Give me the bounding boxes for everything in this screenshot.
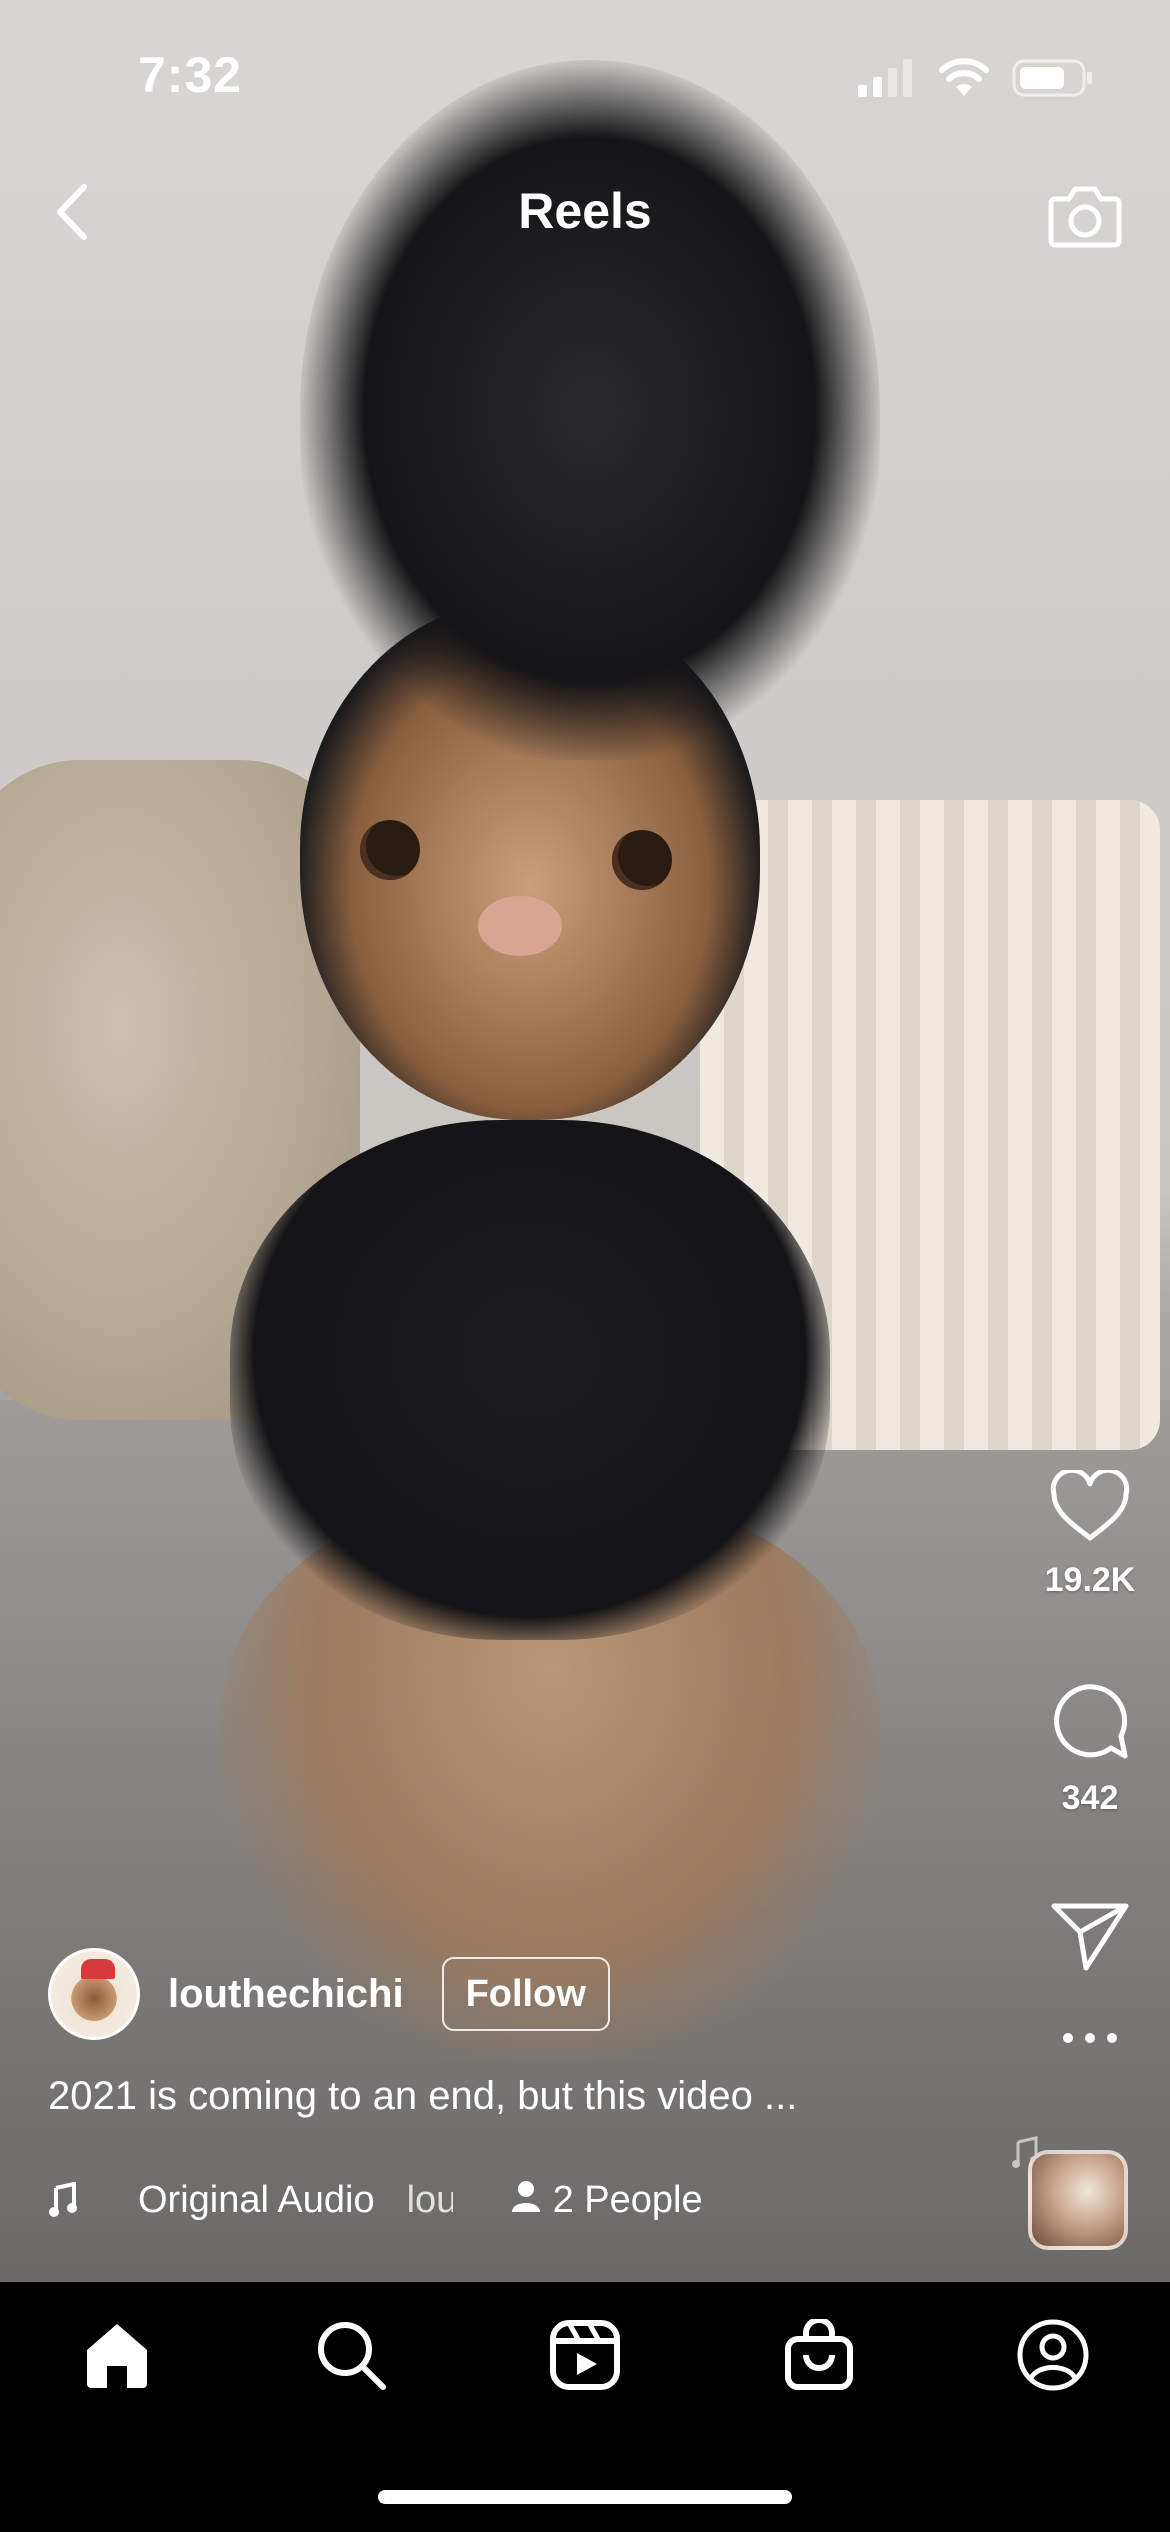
follow-button[interactable]: Follow bbox=[441, 1957, 610, 2031]
comment-icon bbox=[1049, 1680, 1131, 1767]
video-dog-nose bbox=[478, 896, 562, 956]
tagged-people-label: 2 People bbox=[552, 2178, 703, 2221]
reels-icon bbox=[549, 2319, 621, 2396]
author-row: louthechichi Follow bbox=[48, 1946, 610, 2042]
like-count: 19.2K bbox=[1044, 1561, 1136, 1599]
status-time: 7:32 bbox=[138, 47, 243, 103]
comment-count: 342 bbox=[1061, 1779, 1119, 1817]
caption[interactable]: 2021 is coming to an end, but this video… bbox=[48, 2074, 1008, 2119]
profile-icon bbox=[1016, 2318, 1090, 2397]
more-options-button[interactable] bbox=[1040, 2030, 1140, 2090]
battery-icon bbox=[1012, 58, 1094, 103]
tab-search[interactable] bbox=[306, 2312, 396, 2402]
page-title: Reels bbox=[518, 183, 652, 239]
tab-profile[interactable] bbox=[1008, 2312, 1098, 2402]
video-dog-sweater bbox=[230, 1120, 830, 1640]
home-indicator[interactable] bbox=[378, 2490, 792, 2504]
tab-reels[interactable] bbox=[540, 2312, 630, 2402]
audio-label-overflow: lou bbox=[406, 2178, 453, 2221]
reel-video[interactable] bbox=[0, 0, 1170, 2282]
tab-shop[interactable] bbox=[774, 2312, 864, 2402]
comment-button[interactable]: 342 bbox=[1040, 1680, 1140, 1818]
search-icon bbox=[315, 2319, 387, 2396]
camera-icon bbox=[1047, 181, 1123, 254]
status-bar: 7:32 bbox=[0, 0, 1170, 150]
tab-home[interactable] bbox=[72, 2312, 162, 2402]
video-dog-eye-left bbox=[360, 820, 420, 880]
reels-header: Reels bbox=[0, 160, 1170, 270]
camera-button[interactable] bbox=[1040, 172, 1130, 262]
share-icon bbox=[1050, 1900, 1130, 1977]
home-icon bbox=[81, 2320, 153, 2395]
shop-icon bbox=[784, 2316, 854, 2396]
music-note-icon bbox=[48, 2180, 88, 2220]
cellular-signal-icon bbox=[856, 59, 916, 102]
audio-label[interactable]: Original Audio bbox=[138, 2179, 375, 2222]
wifi-icon bbox=[938, 58, 990, 103]
person-icon bbox=[511, 2179, 541, 2222]
video-dog-eye-right bbox=[612, 830, 672, 890]
like-button[interactable]: 19.2K bbox=[1040, 1467, 1140, 1600]
share-button[interactable] bbox=[1040, 1900, 1140, 1977]
heart-icon bbox=[1048, 1467, 1132, 1549]
avatar[interactable] bbox=[48, 1948, 140, 2040]
more-icon bbox=[1060, 2030, 1120, 2051]
tagged-people[interactable]: 2 People bbox=[511, 2179, 703, 2222]
reels-screen: 7:32 Reels 19.2K 342 louthechichi Follow… bbox=[0, 0, 1170, 2532]
avatar-santa-hat bbox=[81, 1959, 115, 1979]
audio-thumbnail[interactable] bbox=[1028, 2150, 1128, 2250]
username[interactable]: louthechichi bbox=[168, 1972, 404, 2017]
status-icons bbox=[856, 58, 1094, 103]
audio-row: Original Audio lou 2 People bbox=[48, 2170, 703, 2230]
